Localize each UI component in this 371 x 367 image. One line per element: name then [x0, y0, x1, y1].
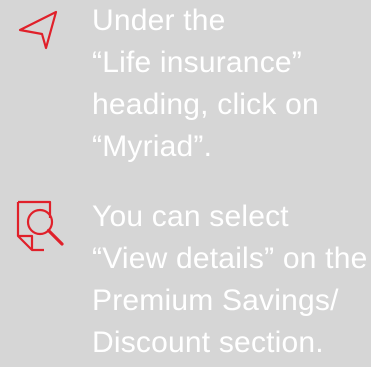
instruction-line: “Life insurance” — [92, 46, 302, 79]
instruction-line: Discount section. — [92, 326, 324, 359]
instruction-line: Premium Savings/ — [92, 284, 339, 317]
instruction-text: You can select “View details” on the Pre… — [92, 196, 367, 364]
instruction-text: Under the “Life insurance” heading, clic… — [92, 0, 367, 168]
instruction-line: You can select — [92, 200, 289, 233]
document-search-icon — [16, 200, 64, 252]
send-arrow-icon — [18, 10, 58, 50]
instruction-line: heading, click on — [92, 88, 319, 121]
instruction-line: Under the — [92, 4, 226, 37]
instruction-line: “Myriad”. — [92, 130, 213, 163]
instruction-line: “View details” on the — [92, 242, 368, 275]
